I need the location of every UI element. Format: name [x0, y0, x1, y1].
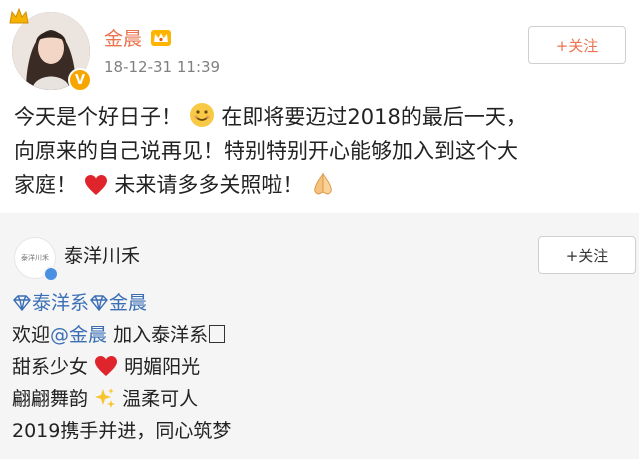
verified-v-icon: V	[68, 68, 92, 92]
smiling-face-emoji	[189, 103, 214, 127]
red-heart-emoji	[84, 175, 107, 195]
sparkles-emoji	[95, 388, 116, 408]
content-line-1: 今天是个好日子！ 在即将要迈过2018的最后一天，	[14, 100, 629, 134]
weibo-post: V 金晨 18-12-31 11:39 +关注 今天是个好日子！ 在即将要迈过2…	[0, 0, 639, 213]
follow-button[interactable]: +关注	[528, 26, 626, 64]
repost-author-name[interactable]: 泰洋川禾	[64, 241, 140, 268]
author-row: 金晨	[104, 24, 172, 51]
vip-crown-icon	[151, 29, 172, 46]
repost-avatar[interactable]: 泰洋川禾	[14, 237, 59, 282]
repost-text: 明媚阳光	[124, 356, 201, 378]
topic-link[interactable]: 金晨	[109, 292, 147, 314]
repost-content: 泰洋系 金晨 欢迎@金晨 加入泰洋系 甜系少女 明媚阳光 翩翩舞韵 温柔可人 2…	[12, 287, 231, 447]
content-line-2: 向原来的自己说再见！特别特别开心能够加入到这个大	[14, 139, 518, 163]
diamond-icon	[90, 295, 108, 311]
repost-text: 甜系少女	[12, 356, 89, 378]
verified-blue-icon	[43, 266, 59, 282]
post-timestamp: 18-12-31 11:39	[104, 58, 221, 76]
repost-line-1: 泰洋系 金晨	[12, 287, 231, 319]
crown-icon	[9, 7, 29, 24]
pressed-hands-emoji	[314, 172, 332, 195]
diamond-icon	[13, 295, 31, 311]
repost-line-4: 翩翩舞韵 温柔可人	[12, 383, 231, 415]
author-avatar[interactable]: V	[9, 7, 92, 92]
repost-line-5: 2019携手并进，同心筑梦	[12, 420, 232, 442]
content-text: 今天是个好日子！	[14, 105, 182, 129]
author-name[interactable]: 金晨	[104, 24, 142, 51]
repost-text: 温柔可人	[122, 388, 199, 410]
repost-text: 欢迎	[12, 324, 51, 346]
repost-text: 翩翩舞韵	[12, 388, 89, 410]
content-text: 家庭！	[14, 173, 77, 197]
content-line-3: 家庭！ 未来请多多关照啦！	[14, 168, 629, 202]
mention-link[interactable]: @金晨	[50, 324, 107, 346]
content-text: 未来请多多关照啦！	[114, 173, 304, 197]
post-content: 今天是个好日子！ 在即将要迈过2018的最后一天， 向原来的自己说再见！特别特别…	[14, 100, 629, 202]
topic-link[interactable]: 泰洋系	[32, 292, 89, 314]
repost-line-2: 欢迎@金晨 加入泰洋系	[12, 319, 231, 351]
content-text: 在即将要迈过2018的最后一天，	[221, 105, 527, 129]
repost-follow-button[interactable]: +关注	[538, 236, 636, 274]
missing-glyph-box	[209, 325, 226, 343]
red-heart-emoji	[95, 356, 118, 376]
repost-text: 加入泰洋系	[107, 324, 209, 346]
repost-line-3: 甜系少女 明媚阳光	[12, 351, 231, 383]
